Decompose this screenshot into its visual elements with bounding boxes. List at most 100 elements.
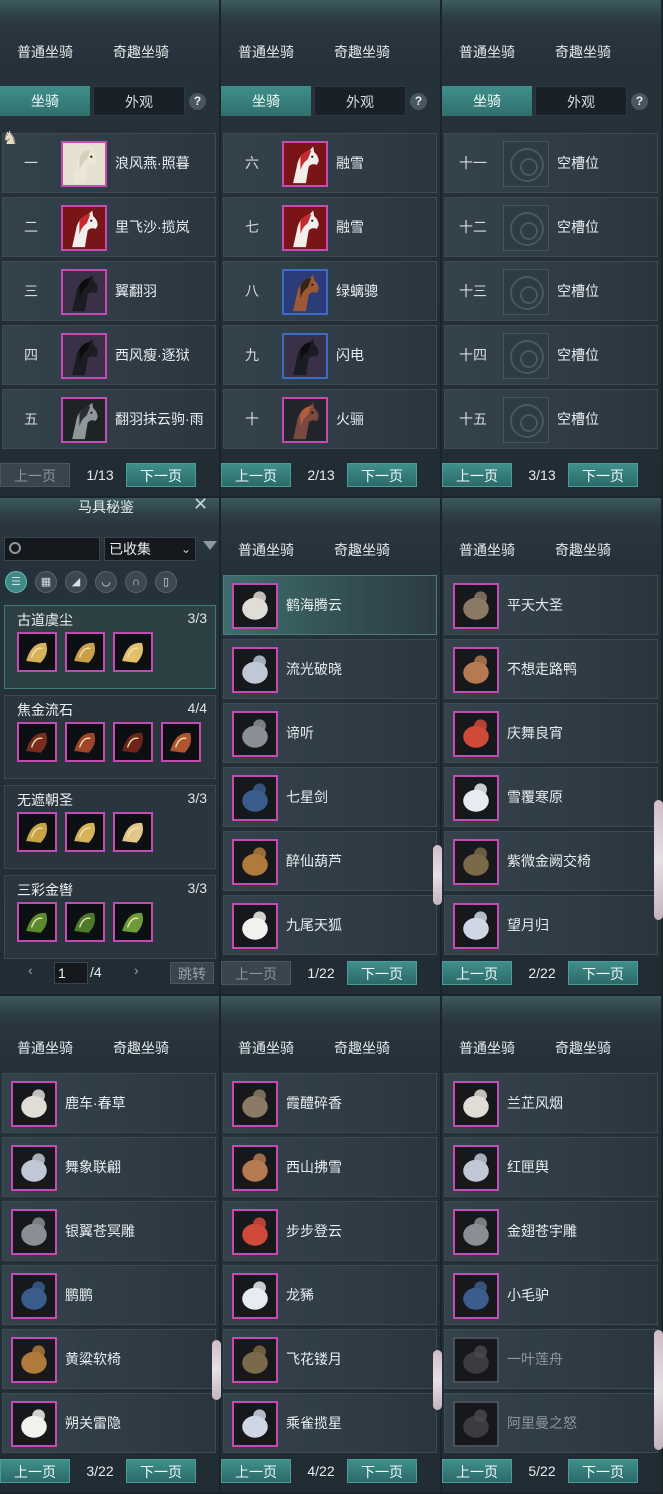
- category-armor-icon[interactable]: ▯: [155, 571, 177, 593]
- codex-search-input[interactable]: [4, 537, 100, 561]
- close-icon[interactable]: ✕: [193, 494, 208, 515]
- page-number-input[interactable]: 1: [54, 962, 88, 984]
- fun-mount-row[interactable]: 不想走路鸭: [444, 639, 658, 699]
- fun-mount-row[interactable]: 红匣舆: [444, 1137, 658, 1197]
- gear-piece-icon[interactable]: [113, 812, 153, 852]
- tab-fun-mounts[interactable]: 奇趣坐骑: [555, 1038, 611, 1058]
- tab-fun-mounts[interactable]: 奇趣坐骑: [334, 42, 390, 62]
- help-icon[interactable]: ?: [631, 93, 648, 110]
- prev-page-button[interactable]: 上一页: [0, 463, 70, 487]
- fun-mount-row[interactable]: 醉仙葫芦: [223, 831, 437, 891]
- fun-mount-row[interactable]: 平天大圣: [444, 575, 658, 635]
- tab-mount[interactable]: 坐骑: [221, 86, 311, 116]
- fun-mount-row[interactable]: 黄粱软椅: [2, 1329, 216, 1389]
- fun-mount-row[interactable]: 飞花镂月: [223, 1329, 437, 1389]
- mount-slot-row[interactable]: 五 翻羽抹云驹·雨: [2, 389, 216, 449]
- mount-slot-row[interactable]: 六 融雪: [223, 133, 437, 193]
- gear-piece-icon[interactable]: [65, 902, 105, 942]
- tab-mount[interactable]: 坐骑: [0, 86, 90, 116]
- next-page-button[interactable]: 下一页: [126, 463, 196, 487]
- tab-fun-mounts[interactable]: 奇趣坐骑: [334, 540, 390, 560]
- mount-slot-row[interactable]: 八 绿螭骢: [223, 261, 437, 321]
- gear-piece-icon[interactable]: [113, 722, 153, 762]
- next-arrow-icon[interactable]: ›: [134, 962, 139, 978]
- fun-mount-row[interactable]: 一叶莲舟: [444, 1329, 658, 1389]
- fun-mount-row[interactable]: 龙豨: [223, 1265, 437, 1325]
- prev-page-button[interactable]: 上一页: [221, 1459, 291, 1483]
- help-icon[interactable]: ?: [410, 93, 427, 110]
- fun-mount-row[interactable]: 鹿车·春草: [2, 1073, 216, 1133]
- mount-slot-row[interactable]: 十四 空槽位: [444, 325, 658, 385]
- tab-fun-mounts[interactable]: 奇趣坐骑: [334, 1038, 390, 1058]
- help-icon[interactable]: ?: [189, 93, 206, 110]
- fun-mount-row[interactable]: 阿里曼之怒: [444, 1393, 658, 1453]
- gear-set-card[interactable]: 古道虞尘 3/3: [4, 605, 216, 689]
- tab-normal-mounts[interactable]: 普通坐骑: [238, 42, 294, 62]
- tab-normal-mounts[interactable]: 普通坐骑: [17, 1038, 73, 1058]
- gear-piece-icon[interactable]: [17, 902, 57, 942]
- category-bridle-icon[interactable]: ◡: [95, 571, 117, 593]
- gear-piece-icon[interactable]: [17, 722, 57, 762]
- next-page-button[interactable]: 下一页: [126, 1459, 196, 1483]
- tab-fun-mounts[interactable]: 奇趣坐骑: [555, 540, 611, 560]
- tab-appearance[interactable]: 外观: [314, 86, 406, 116]
- funnel-icon[interactable]: [203, 541, 217, 550]
- gear-piece-icon[interactable]: [161, 722, 201, 762]
- category-all-icon[interactable]: ☰: [5, 571, 27, 593]
- next-page-button[interactable]: 下一页: [568, 961, 638, 985]
- prev-page-button[interactable]: 上一页: [221, 961, 291, 985]
- fun-mount-row[interactable]: 谛听: [223, 703, 437, 763]
- fun-mount-row[interactable]: 鹤海腾云: [223, 575, 437, 635]
- fun-mount-row[interactable]: 金翅苍宇雕: [444, 1201, 658, 1261]
- prev-arrow-icon[interactable]: ‹: [28, 962, 33, 978]
- fun-mount-row[interactable]: 舞象联翩: [2, 1137, 216, 1197]
- tab-mount[interactable]: 坐骑: [442, 86, 532, 116]
- mount-slot-row[interactable]: 十二 空槽位: [444, 197, 658, 257]
- next-page-button[interactable]: 下一页: [347, 1459, 417, 1483]
- tab-normal-mounts[interactable]: 普通坐骑: [238, 540, 294, 560]
- mount-slot-row[interactable]: 十五 空槽位: [444, 389, 658, 449]
- fun-mount-row[interactable]: 雪覆寒原: [444, 767, 658, 827]
- next-page-button[interactable]: 下一页: [568, 1459, 638, 1483]
- tab-normal-mounts[interactable]: 普通坐骑: [459, 1038, 515, 1058]
- fun-mount-row[interactable]: 七星剑: [223, 767, 437, 827]
- mount-slot-row[interactable]: 十一 空槽位: [444, 133, 658, 193]
- gear-piece-icon[interactable]: [17, 632, 57, 672]
- prev-page-button[interactable]: 上一页: [221, 463, 291, 487]
- mount-slot-row[interactable]: 三 翼翻羽: [2, 261, 216, 321]
- category-grid-icon[interactable]: ▦: [35, 571, 57, 593]
- gear-piece-icon[interactable]: [17, 812, 57, 852]
- fun-mount-row[interactable]: 鹏鹏: [2, 1265, 216, 1325]
- fun-mount-row[interactable]: 步步登云: [223, 1201, 437, 1261]
- fun-mount-row[interactable]: 紫微金阙交椅: [444, 831, 658, 891]
- gear-piece-icon[interactable]: [65, 812, 105, 852]
- tab-fun-mounts[interactable]: 奇趣坐骑: [113, 1038, 169, 1058]
- fun-mount-row[interactable]: 银翼苍冥雕: [2, 1201, 216, 1261]
- next-page-button[interactable]: 下一页: [347, 463, 417, 487]
- prev-page-button[interactable]: 上一页: [0, 1459, 70, 1483]
- gear-piece-icon[interactable]: [65, 632, 105, 672]
- fun-mount-row[interactable]: 乘雀揽星: [223, 1393, 437, 1453]
- gear-set-card[interactable]: 三彩金辔 3/3: [4, 875, 216, 959]
- fun-mount-row[interactable]: 小毛驴: [444, 1265, 658, 1325]
- fun-mount-row[interactable]: 庆舞良宵: [444, 703, 658, 763]
- category-saddle-icon[interactable]: ◢: [65, 571, 87, 593]
- prev-page-button[interactable]: 上一页: [442, 1459, 512, 1483]
- jump-button[interactable]: 跳转: [170, 962, 214, 984]
- tab-fun-mounts[interactable]: 奇趣坐骑: [113, 42, 169, 62]
- gear-set-card[interactable]: 无遮朝圣 3/3: [4, 785, 216, 869]
- mount-slot-row[interactable]: 七 融雪: [223, 197, 437, 257]
- fun-mount-row[interactable]: 霞醴碎香: [223, 1073, 437, 1133]
- tab-fun-mounts[interactable]: 奇趣坐骑: [555, 42, 611, 62]
- gear-set-card[interactable]: 焦金流石 4/4: [4, 695, 216, 779]
- fun-mount-row[interactable]: 兰芷风烟: [444, 1073, 658, 1133]
- prev-page-button[interactable]: 上一页: [442, 961, 512, 985]
- fun-mount-row[interactable]: 九尾天狐: [223, 895, 437, 955]
- mount-slot-row[interactable]: 九 闪电: [223, 325, 437, 385]
- mount-slot-row[interactable]: 十 火骊: [223, 389, 437, 449]
- tab-appearance[interactable]: 外观: [535, 86, 627, 116]
- mount-slot-row[interactable]: 一浪风燕·照暮: [2, 133, 216, 193]
- tab-normal-mounts[interactable]: 普通坐骑: [459, 42, 515, 62]
- tab-normal-mounts[interactable]: 普通坐骑: [238, 1038, 294, 1058]
- fun-mount-row[interactable]: 流光破晓: [223, 639, 437, 699]
